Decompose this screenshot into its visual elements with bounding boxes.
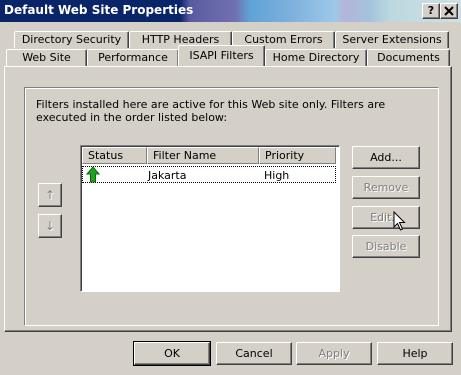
move-up-button[interactable]: ↑	[38, 183, 62, 207]
apply-button[interactable]: Apply	[296, 342, 372, 365]
ok-button[interactable]: OK	[133, 341, 211, 366]
cancel-button[interactable]: Cancel	[216, 342, 292, 365]
tab-isapi-filters[interactable]: ISAPI Filters	[178, 45, 265, 66]
remove-button[interactable]: Remove	[352, 176, 420, 199]
tab-performance[interactable]: Performance	[87, 49, 179, 66]
tab-directory-security[interactable]: Directory Security	[14, 31, 129, 48]
disable-button[interactable]: Disable	[352, 235, 420, 258]
tab-documents[interactable]: Documents	[367, 49, 450, 66]
priority-cell: High	[264, 169, 290, 182]
tab-home-directory[interactable]: Home Directory	[265, 49, 367, 66]
green-up-arrow-icon	[86, 166, 100, 183]
help-icon-button[interactable]: ?	[422, 3, 440, 19]
move-down-button[interactable]: ↓	[38, 214, 62, 238]
close-icon	[444, 6, 454, 16]
window-title: Default Web Site Properties	[4, 3, 194, 17]
column-header-filter-name[interactable]: Filter Name	[147, 147, 259, 164]
add-button[interactable]: Add...	[352, 146, 420, 169]
table-row[interactable]	[82, 166, 336, 183]
tab-server-extensions[interactable]: Server Extensions	[335, 31, 449, 48]
help-button[interactable]: Help	[377, 342, 453, 365]
up-arrow-icon: ↑	[44, 188, 56, 202]
column-header-priority[interactable]: Priority	[259, 147, 336, 164]
tab-web-site[interactable]: Web Site	[6, 49, 87, 66]
mouse-pointer-icon	[393, 211, 406, 231]
filter-name-cell: Jakarta	[148, 169, 187, 182]
edit-button[interactable]: Edit...	[352, 206, 420, 229]
column-header-status[interactable]: Status	[82, 147, 147, 164]
filters-description: Filters installed here are active for th…	[36, 98, 386, 124]
down-arrow-icon: ↓	[44, 219, 56, 233]
close-icon-button[interactable]	[440, 3, 458, 19]
